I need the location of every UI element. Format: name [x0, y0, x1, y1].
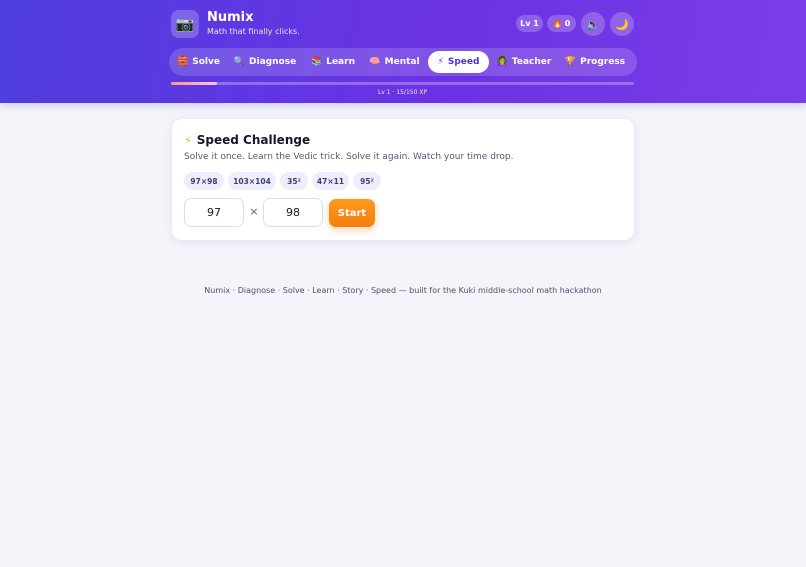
tab-label: Diagnose: [249, 57, 297, 67]
xp-progress-bar: [171, 82, 634, 85]
tab-speed[interactable]: ⚡ Speed: [428, 51, 489, 73]
preset-chip[interactable]: 103×104: [228, 172, 276, 190]
card-title-text: Speed Challenge: [196, 133, 311, 147]
preset-chip[interactable]: 35²: [280, 172, 308, 190]
level-label: Lv 1: [520, 19, 539, 28]
bricks-icon: 🧱: [177, 57, 189, 67]
level-badge: Lv 1: [516, 15, 543, 32]
moon-icon: 🌙: [615, 17, 629, 31]
tab-label: Progress: [580, 57, 626, 67]
theme-toggle-button[interactable]: 🌙: [610, 12, 634, 36]
trophy-icon: 🏆: [564, 57, 577, 67]
app-header: 📷 Numix Math that finally clicks. Lv 1 🔥…: [0, 0, 806, 103]
operand-a-input[interactable]: [184, 198, 244, 227]
streak-count: 0: [564, 19, 571, 28]
operand-b-input[interactable]: [263, 198, 323, 227]
main-nav: 🧱 Solve 🔍 Diagnose 📚 Learn 🧠 Mental ⚡ Sp…: [169, 48, 637, 76]
fire-icon: 🔥: [552, 19, 563, 28]
card-title: ⚡ Speed Challenge: [184, 133, 310, 147]
tab-solve[interactable]: 🧱 Solve: [175, 51, 222, 73]
streak-badge: 🔥 0: [547, 15, 576, 32]
tab-learn[interactable]: 📚 Learn: [309, 51, 357, 73]
footer: Numix · Diagnose · Solve · Learn · Story…: [204, 286, 602, 295]
app-subtitle: Math that finally clicks.: [207, 27, 300, 36]
tab-label: Teacher: [511, 57, 552, 67]
brain-icon: 🧠: [369, 57, 381, 67]
tab-label: Solve: [192, 57, 220, 67]
app-title: Numix: [207, 10, 254, 25]
books-icon: 📚: [311, 57, 323, 67]
start-button[interactable]: Start: [329, 199, 375, 227]
tab-teacher[interactable]: 👩‍🏫 Teacher: [495, 51, 553, 73]
tab-label: Learn: [326, 57, 355, 67]
tab-progress[interactable]: 🏆 Progress: [564, 51, 626, 73]
lightning-icon: ⚡: [184, 133, 192, 147]
tab-label: Mental: [384, 57, 420, 67]
speed-challenge-card: ⚡ Speed Challenge Solve it once. Learn t…: [172, 119, 634, 240]
multiply-sign: ×: [249, 205, 259, 218]
preset-chip[interactable]: 95²: [353, 172, 381, 190]
teacher-icon: 👩‍🏫: [496, 57, 508, 67]
xp-progress-fill: [171, 82, 218, 85]
tab-diagnose[interactable]: 🔍 Diagnose: [233, 51, 297, 73]
magnifier-icon: 🔍: [233, 57, 246, 67]
tab-label: Speed: [447, 57, 480, 67]
tab-mental[interactable]: 🧠 Mental: [368, 51, 421, 73]
preset-chip[interactable]: 97×98: [184, 172, 224, 190]
lightning-icon: ⚡: [437, 57, 444, 67]
xp-label: Lv 1 · 15/150 XP: [377, 89, 428, 96]
speaker-icon: 🔈: [586, 17, 600, 31]
camera-icon: 📷: [171, 10, 199, 38]
card-description: Solve it once. Learn the Vedic trick. So…: [184, 152, 514, 162]
sound-toggle-button[interactable]: 🔈: [581, 12, 605, 36]
preset-chip[interactable]: 47×11: [312, 172, 349, 190]
